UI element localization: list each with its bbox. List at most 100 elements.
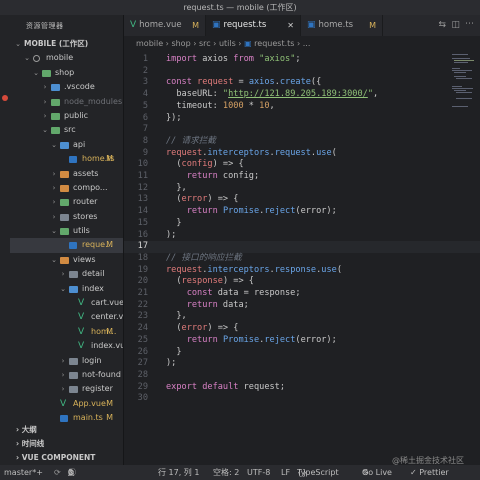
chevron-right-icon[interactable]: › — [41, 109, 49, 123]
chevron-right-icon[interactable]: › — [50, 195, 58, 209]
code-line[interactable]: 15 } — [124, 218, 480, 230]
code-text: return Promise.reject(error); — [186, 334, 337, 345]
tab-request-ts[interactable]: ▣ request.ts ✕ — [206, 15, 301, 36]
code-line[interactable]: 10 (config) => { — [124, 159, 480, 171]
chevron-right-icon[interactable]: › — [59, 368, 67, 382]
split-editor-icon[interactable]: ◫ — [451, 20, 460, 30]
code-line[interactable]: 23 }, — [124, 311, 480, 323]
code-line[interactable]: 8 // 请求拦截 — [124, 136, 480, 148]
chevron-down-icon[interactable]: ⌄ — [14, 37, 22, 51]
code-line[interactable]: 17 — [124, 241, 480, 253]
tree-item[interactable]: ⌄ src — [10, 123, 123, 137]
tab-home-vue[interactable]: Vhome.vue M — [124, 15, 206, 36]
code-line[interactable]: 27); — [124, 358, 480, 370]
breadcrumb-item[interactable]: ... — [303, 39, 311, 48]
tree-item[interactable]: ⌄ index — [10, 282, 123, 296]
encoding[interactable]: UTF-8 — [247, 465, 270, 480]
tree-item[interactable]: › not-found — [10, 368, 123, 382]
chevron-down-icon[interactable]: ⌄ — [41, 123, 49, 137]
chevron-down-icon[interactable]: ⌄ — [23, 51, 31, 65]
sync-icon[interactable]: ⟳ — [54, 465, 61, 480]
tree-item[interactable]: reque... M — [10, 238, 123, 253]
breadcrumb-item[interactable]: shop — [171, 39, 190, 48]
code-line[interactable]: 25 return Promise.reject(error); — [124, 335, 480, 347]
chevron-right-icon[interactable]: › — [59, 354, 67, 368]
chevron-down-icon[interactable]: ⌄ — [50, 253, 58, 267]
chevron-down-icon[interactable]: ⌄ — [50, 224, 58, 238]
code-line[interactable]: 20 (response) => { — [124, 276, 480, 288]
code-line[interactable]: 12 }, — [124, 183, 480, 195]
code-line[interactable]: 5 timeout: 1000 * 10, — [124, 101, 480, 113]
tree-item[interactable]: Vcenter.vue — [10, 310, 123, 324]
line-ending[interactable]: LF — [281, 465, 290, 480]
code-line[interactable]: 13 (error) => { — [124, 194, 480, 206]
code-line[interactable]: 14 return Promise.reject(error); — [124, 206, 480, 218]
tree-item[interactable]: › assets — [10, 167, 123, 181]
code-line[interactable]: 28 — [124, 370, 480, 382]
code-editor[interactable]: 1 import axios from "axios"; 2 3 const reque… — [124, 52, 480, 465]
code-line[interactable]: 24 (error) => { — [124, 323, 480, 335]
tree-item[interactable]: › compo... — [10, 181, 123, 195]
tree-item[interactable]: ⌄ shop — [10, 66, 123, 80]
code-line[interactable]: 30 — [124, 393, 480, 405]
tree-item[interactable]: › login — [10, 354, 123, 368]
breadcrumb-item[interactable]: src — [199, 39, 211, 48]
outline-section[interactable]: › 大纲 — [10, 423, 123, 437]
chevron-right-icon[interactable]: › — [50, 167, 58, 181]
chevron-down-icon[interactable]: ⌄ — [59, 282, 67, 296]
minimap[interactable] — [452, 52, 476, 112]
tree-item[interactable]: Vhom... M — [10, 325, 123, 339]
code-line[interactable]: 16); — [124, 230, 480, 242]
tree-item[interactable]: ⌄ MOBILE (工作区) — [10, 37, 123, 51]
tree-item[interactable]: › router — [10, 195, 123, 209]
code-line[interactable]: 4 baseURL: "http://121.89.205.189:3000/"… — [124, 89, 480, 101]
chevron-right-icon[interactable]: › — [59, 267, 67, 281]
code-line[interactable]: 6}); — [124, 113, 480, 125]
tree-item[interactable]: ⌄ utils — [10, 224, 123, 238]
tree-item[interactable]: Vcart.vue — [10, 296, 123, 310]
code-line[interactable]: 2 — [124, 66, 480, 78]
chevron-right-icon[interactable]: › — [50, 181, 58, 195]
code-line[interactable]: 7 — [124, 124, 480, 136]
breadcrumb-item[interactable]: request.ts — [254, 39, 294, 48]
tree-item[interactable]: Vindex.vue — [10, 339, 123, 353]
code-line[interactable]: 1 import axios from "axios"; — [124, 54, 480, 66]
chevron-right-icon[interactable]: › — [59, 382, 67, 396]
code-line[interactable]: 26 } — [124, 347, 480, 359]
indentation[interactable]: 空格: 2 — [213, 465, 239, 480]
tree-item[interactable]: ⌄ mobile — [10, 51, 123, 65]
tree-item[interactable]: home.ts M — [10, 152, 123, 166]
code-line[interactable]: 18 // 接口的响应拦截 — [124, 253, 480, 265]
close-icon[interactable]: ✕ — [287, 15, 294, 36]
code-line[interactable]: 11 return config; — [124, 171, 480, 183]
tree-item[interactable]: › stores — [10, 210, 123, 224]
code-line[interactable]: 22 return data; — [124, 300, 480, 312]
tree-item[interactable]: ⌄ api — [10, 138, 123, 152]
chevron-right-icon[interactable]: › — [50, 210, 58, 224]
tab-home-ts[interactable]: ▣ home.ts M — [301, 15, 383, 36]
chevron-down-icon[interactable]: ⌄ — [32, 66, 40, 80]
breadcrumb-item[interactable]: mobile — [136, 39, 163, 48]
chevron-right-icon[interactable]: › — [41, 80, 49, 94]
tree-item[interactable]: V App.vue M — [10, 397, 123, 411]
breadcrumb-item[interactable]: utils — [219, 39, 236, 48]
tree-item[interactable]: › register — [10, 382, 123, 396]
source-control-badge-icon[interactable] — [2, 95, 8, 101]
vue-preview-section[interactable]: › VUE COMPONENT PREVI... — [10, 451, 123, 465]
tree-item[interactable]: › detail — [10, 267, 123, 281]
editor-actions-icon[interactable]: ⇆ — [438, 20, 446, 30]
code-line[interactable]: 29 export default request; — [124, 382, 480, 394]
timeline-section[interactable]: › 时间线 — [10, 437, 123, 451]
tree-item[interactable]: › node_modules — [10, 95, 123, 109]
cursor-position[interactable]: 行 17, 列 1 — [158, 465, 199, 480]
chevron-right-icon[interactable]: › — [41, 95, 49, 109]
tree-item[interactable]: › .vscode — [10, 80, 123, 94]
tree-item[interactable]: › public — [10, 109, 123, 123]
code-line[interactable]: 21 const data = response; — [124, 288, 480, 300]
code-line[interactable]: 9 request.interceptors.request.use( — [124, 148, 480, 160]
more-actions-icon[interactable]: ⋯ — [465, 19, 474, 29]
chevron-down-icon[interactable]: ⌄ — [50, 138, 58, 152]
tree-item[interactable]: ⌄ views — [10, 253, 123, 267]
code-line[interactable]: 3 const request = axios.create({ — [124, 77, 480, 89]
code-line[interactable]: 19 request.interceptors.response.use( — [124, 265, 480, 277]
